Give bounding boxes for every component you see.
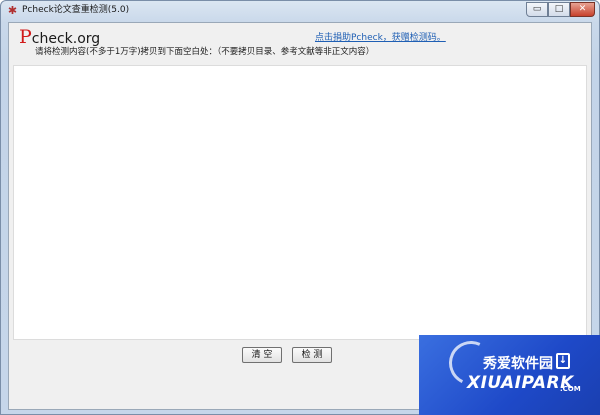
watermark-logo: 秀爱软件园 ↓ XIUAIPARK .COM [419,335,600,415]
logo-p-letter: P [19,26,32,48]
content-textarea[interactable] [13,65,587,340]
download-icon: ↓ [556,353,570,369]
check-button[interactable]: 检 测 [292,347,332,363]
minimize-button[interactable]: ▭ [526,2,548,17]
logo: Pcheck.org [19,26,100,48]
clear-button[interactable]: 清 空 [242,347,282,363]
maximize-button[interactable]: □ [548,2,570,17]
window-title: Pcheck论文查重检测(5.0) [22,5,130,15]
title-bar[interactable]: ✱ Pcheck论文查重检测(5.0) ▭ □ ✕ [1,1,599,21]
watermark-en-text: XIUAIPARK [467,373,574,393]
instruction-text: 请将检测内容(不多于1万字)拷贝到下面空白处：（不要拷贝目录、参考文献等非正文内… [35,47,375,57]
donate-link[interactable]: 点击捐助Pcheck，获赠检测码。 [315,30,446,43]
watermark-com-text: .COM [560,385,581,393]
logo-text: check.org [31,31,101,47]
close-button[interactable]: ✕ [570,2,595,17]
app-icon: ✱ [7,4,18,17]
watermark-cn-text: 秀爱软件园 [483,356,553,372]
